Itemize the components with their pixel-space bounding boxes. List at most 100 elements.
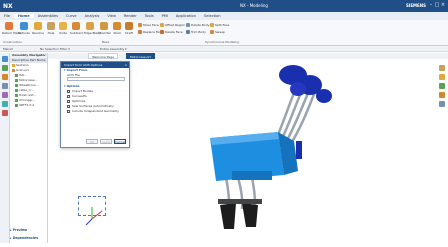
motor-housing [210,132,302,181]
menu-curve[interactable]: Curve [62,14,81,18]
preview-panel-header[interactable]: ▸ Preview [10,228,27,232]
shell-icon [113,22,121,30]
chamfer-icon [100,22,108,30]
fit-view-icon[interactable] [439,74,445,80]
checkbox[interactable] [67,105,70,108]
group-construction-label: Construction [3,39,23,44]
checkbox[interactable] [67,110,70,113]
orient-view-icon[interactable] [439,83,445,89]
component-icon [15,74,18,77]
snap-view-icon[interactable] [439,101,445,107]
group-synchronous-label: Synchronous Modeling [205,39,239,44]
trim-body-button[interactable]: Trim Body [186,30,206,34]
option-independent-geometry[interactable]: Include Independent Geometry [61,109,129,114]
subtract-button[interactable]: Subtract [70,22,83,35]
window-title: NX - Modeling [240,3,268,8]
menu-home[interactable]: Home [14,14,34,18]
nav-item-xrtf[interactable]: XRTF1 0-2 [10,103,47,108]
checkbox[interactable] [67,95,70,98]
replace-face-icon [138,30,142,34]
checkbox[interactable] [67,90,70,93]
roles-icon[interactable] [2,110,8,116]
acis-file-field[interactable] [67,77,125,81]
selection-filter-dropdown[interactable]: No Selection Filter ▾ [40,47,70,51]
hole-button[interactable]: Hole [46,22,56,35]
delete-body-button[interactable]: Delete Body [186,23,209,27]
close-button[interactable]: × [440,2,446,8]
menu-view[interactable]: View [103,14,120,18]
dialog-title: Import from ACIS Options × [61,62,129,68]
extrude-button[interactable]: Extrude [18,22,30,35]
checkbox[interactable] [67,100,70,103]
ok-button[interactable]: OK [86,139,98,144]
assembly-navigator: Assembly Navigator Descriptive Part Name… [10,53,48,243]
section-view-icon[interactable] [439,92,445,98]
edge-blend-icon [86,22,94,30]
extrude-icon [20,22,28,30]
right-toolbar [436,59,448,243]
ribbon: Datum Plane Extrude Revolve Hole Unite S… [0,20,448,46]
menu-analysis[interactable]: Analysis [81,14,104,18]
title-bar: NX NX - Modeling SIEMENS – □ × [0,0,448,12]
revolve-icon [34,22,42,30]
move-face-icon [138,23,142,27]
split-face-icon [210,23,214,27]
history-icon[interactable] [2,92,8,98]
assembly-scope-dropdown[interactable]: Entire Assembly ▾ [100,47,127,51]
import-acis-dialog: Import from ACIS Options × ▾ Import From… [60,61,130,148]
menu-tools[interactable]: Tools [141,14,158,18]
replace-face-button[interactable]: Replace Face [138,30,163,34]
sweep-button[interactable]: Sweep [210,30,225,34]
hole-icon [47,22,55,30]
unite-icon [59,22,67,30]
move-face-button[interactable]: Move Face [138,23,159,27]
dialog-buttons: OK Apply Cancel [86,139,126,144]
edge-blend-button[interactable]: Edge Blend [84,22,101,35]
app-logo: NX [3,2,13,10]
render-style-icon[interactable] [439,65,445,71]
component-icon [15,99,18,102]
menu-selection[interactable]: Selection [200,14,225,18]
component-icon [15,104,18,107]
cancel-button[interactable]: Cancel [114,139,126,144]
datum-plane-icon [5,22,13,30]
menu-bar: File Home Assemblies Curve Analysis View… [0,12,448,20]
revolve-button[interactable]: Revolve [32,22,44,35]
offset-region-icon [160,23,164,27]
part-navigator-icon[interactable] [2,74,8,80]
delete-face-icon [160,30,164,34]
component-icon [15,79,18,82]
constraint-navigator-icon[interactable] [2,65,8,71]
offset-region-button[interactable]: Offset Region [160,23,185,27]
menu-file[interactable]: File [0,14,14,18]
unite-button[interactable]: Unite [58,22,68,35]
delete-body-icon [186,23,190,27]
apply-button[interactable]: Apply [100,139,112,144]
selection-box [78,196,106,216]
web-browser-icon[interactable] [2,101,8,107]
sweep-icon [210,30,214,34]
dependencies-panel-header[interactable]: ▸ Dependencies [10,236,38,240]
assembly-navigator-icon[interactable] [2,56,8,62]
menu-assemblies[interactable]: Assemblies [34,14,62,18]
draft-button[interactable]: Draft [124,22,134,35]
menu-render[interactable]: Render [120,14,141,18]
component-icon [15,84,18,87]
menu-dropdown[interactable]: Menu▾ [3,47,13,51]
split-face-button[interactable]: Split Face [210,23,229,27]
group-base-label: Base [102,39,110,44]
delete-face-button[interactable]: Delete Face [160,30,183,34]
component-icon [15,94,18,97]
datum-plane-button[interactable]: Datum Plane [2,22,21,35]
reuse-library-icon[interactable] [2,83,8,89]
draft-icon [125,22,133,30]
shell-button[interactable]: Shell [112,22,122,35]
company-logo: SIEMENS [405,3,426,8]
menu-application[interactable]: Application [172,14,200,18]
mounting-feet [218,199,262,229]
resource-bar [0,53,10,243]
subtract-icon [72,22,80,30]
menu-pmi[interactable]: PMI [158,14,172,18]
chamfer-button[interactable]: Chamfer [98,22,111,35]
close-icon[interactable]: × [124,62,127,68]
